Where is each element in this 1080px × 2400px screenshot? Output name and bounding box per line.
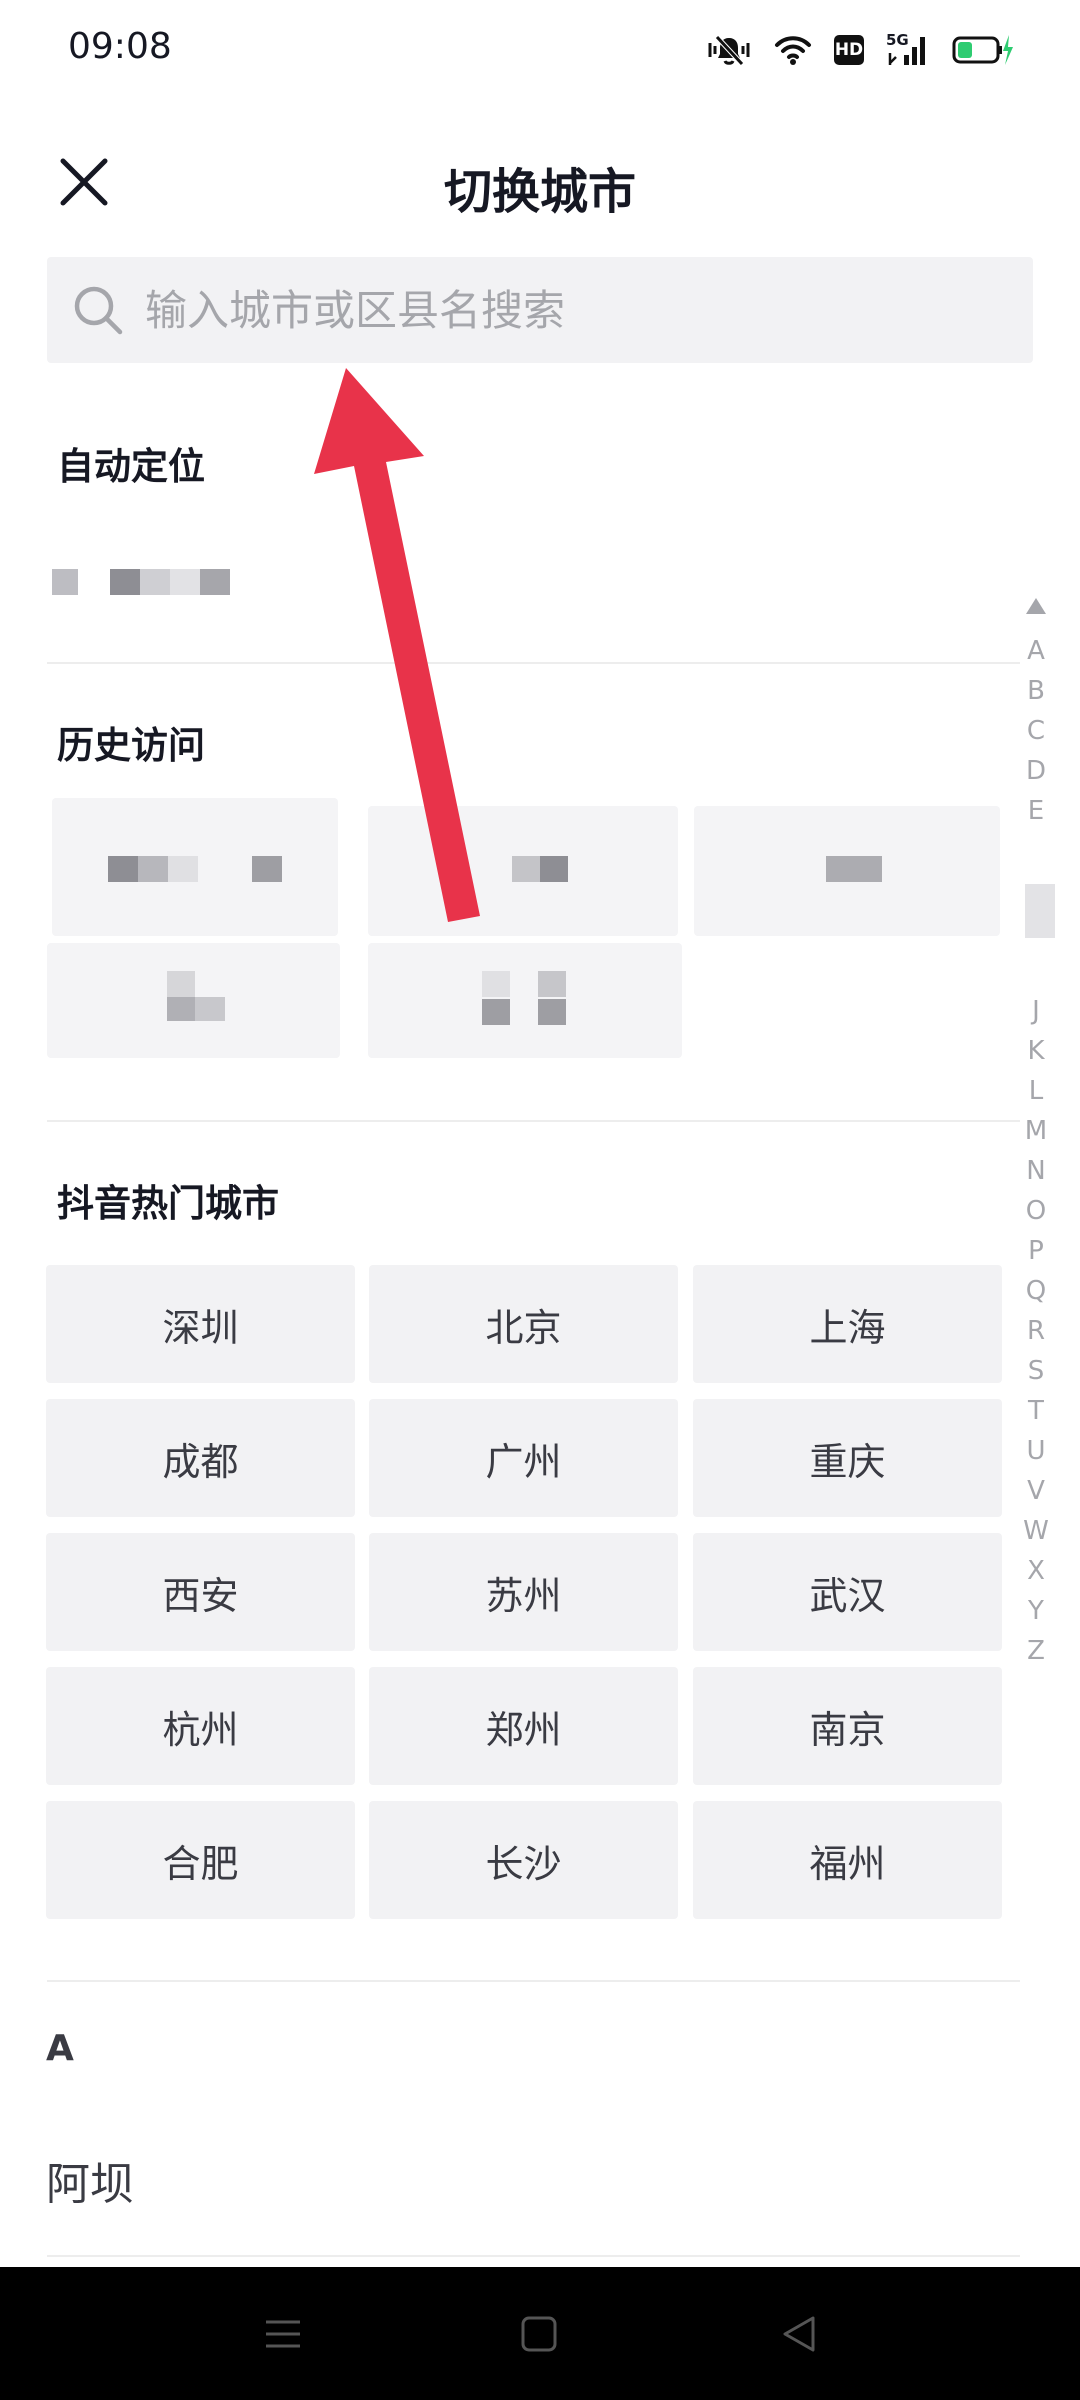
- back-button[interactable]: [774, 2311, 824, 2357]
- status-icons: HD 5G: [706, 30, 1014, 70]
- history-city-2[interactable]: [368, 806, 678, 936]
- hot-city-button[interactable]: 长沙: [369, 1801, 678, 1919]
- index-letter[interactable]: S: [1018, 1356, 1054, 1386]
- status-time: 09:08: [68, 26, 172, 67]
- home-icon: [521, 2316, 557, 2352]
- hot-city-button[interactable]: 武汉: [693, 1533, 1002, 1651]
- hot-city-button[interactable]: 西安: [46, 1533, 355, 1651]
- index-letter[interactable]: L: [1018, 1076, 1054, 1106]
- city-list-item[interactable]: 阿坝: [46, 2148, 134, 2212]
- hot-city-button[interactable]: 深圳: [46, 1265, 355, 1383]
- wifi-icon: [775, 36, 811, 65]
- index-letter[interactable]: P: [1018, 1236, 1054, 1266]
- signal-5g-icon: 5G: [886, 33, 930, 67]
- index-letter[interactable]: U: [1018, 1436, 1054, 1466]
- header: 切换城市: [0, 130, 1080, 230]
- hd-icon: HD: [834, 35, 864, 65]
- hot-city-button[interactable]: 北京: [369, 1265, 678, 1383]
- index-letter[interactable]: O: [1018, 1196, 1054, 1226]
- index-letter[interactable]: Y: [1018, 1596, 1054, 1626]
- hot-city-button[interactable]: 苏州: [369, 1533, 678, 1651]
- auto-location-title: 自动定位: [57, 445, 205, 488]
- index-letter[interactable]: V: [1018, 1476, 1054, 1506]
- hot-city-button[interactable]: 广州: [369, 1399, 678, 1517]
- index-letter[interactable]: N: [1018, 1156, 1054, 1186]
- index-letter[interactable]: B: [1018, 676, 1054, 706]
- menu-button[interactable]: [258, 2311, 308, 2357]
- search-input[interactable]: [145, 257, 1005, 363]
- menu-icon: [266, 2320, 300, 2348]
- history-city-5[interactable]: [368, 943, 682, 1058]
- index-letter[interactable]: C: [1018, 716, 1054, 746]
- history-city-3[interactable]: [694, 806, 1000, 936]
- status-bar: 09:08 HD 5G: [0, 0, 1080, 100]
- back-icon: [783, 2316, 815, 2352]
- divider: [47, 662, 1020, 664]
- index-letter[interactable]: X: [1018, 1556, 1054, 1586]
- index-letter[interactable]: M: [1018, 1116, 1054, 1146]
- hot-city-button[interactable]: 福州: [693, 1801, 1002, 1919]
- hot-city-button[interactable]: 杭州: [46, 1667, 355, 1785]
- index-letter[interactable]: K: [1018, 1036, 1054, 1066]
- search-icon: [74, 286, 123, 335]
- history-city-4[interactable]: [47, 943, 340, 1058]
- search-box[interactable]: [47, 257, 1033, 363]
- index-top-arrow-icon[interactable]: [1024, 596, 1048, 616]
- index-letter[interactable]: D: [1018, 756, 1054, 786]
- index-letter[interactable]: A: [1018, 636, 1054, 666]
- index-blurred-letters: [1025, 884, 1055, 938]
- hot-city-button[interactable]: 南京: [693, 1667, 1002, 1785]
- history-title: 历史访问: [57, 724, 205, 767]
- history-city-1[interactable]: [52, 798, 338, 936]
- mute-vibrate-icon: [708, 35, 750, 66]
- hot-city-button[interactable]: 成都: [46, 1399, 355, 1517]
- index-letter[interactable]: Z: [1018, 1636, 1054, 1666]
- index-letter[interactable]: J: [1018, 996, 1054, 1026]
- hot-city-button[interactable]: 重庆: [693, 1399, 1002, 1517]
- navigation-bar: [0, 2267, 1080, 2400]
- divider: [47, 2255, 1020, 2257]
- battery-charging-icon: [952, 35, 1013, 65]
- divider: [47, 1120, 1020, 1122]
- hot-city-button[interactable]: 合肥: [46, 1801, 355, 1919]
- list-section-letter: A: [46, 2028, 74, 2069]
- hot-city-button[interactable]: 郑州: [369, 1667, 678, 1785]
- page-title: 切换城市: [443, 164, 636, 220]
- hot-cities-title: 抖音热门城市: [57, 1182, 279, 1225]
- index-letter[interactable]: T: [1018, 1396, 1054, 1426]
- home-button[interactable]: [514, 2311, 564, 2357]
- hot-city-button[interactable]: 上海: [693, 1265, 1002, 1383]
- current-location-city[interactable]: [52, 563, 230, 599]
- index-letter[interactable]: E: [1018, 796, 1054, 826]
- index-letter[interactable]: W: [1018, 1516, 1054, 1546]
- index-letter[interactable]: Q: [1018, 1276, 1054, 1306]
- divider: [47, 1980, 1020, 1982]
- index-letter[interactable]: R: [1018, 1316, 1054, 1346]
